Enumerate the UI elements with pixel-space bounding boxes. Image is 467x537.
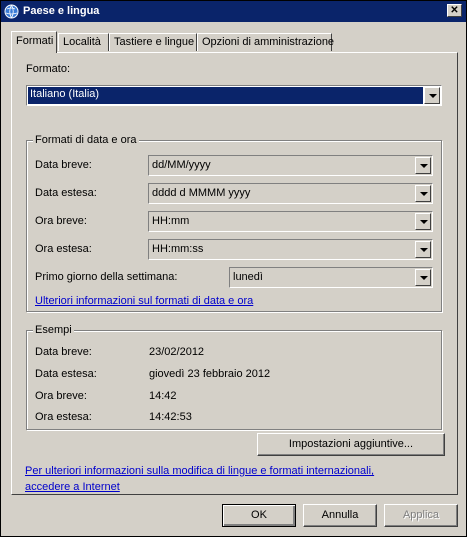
formati-panel: Formato: Italiano (Italia) Formati di da…: [11, 52, 458, 495]
cancel-button[interactable]: Annulla: [303, 504, 377, 527]
format-value: Italiano (Italia): [28, 87, 423, 104]
short-date-value: dd/MM/yyyy: [152, 159, 211, 171]
close-button[interactable]: ✕: [447, 4, 462, 17]
button-label: Impostazioni aggiuntive...: [288, 438, 414, 450]
tab-localita[interactable]: Località: [58, 33, 109, 51]
button-label: Applica: [402, 509, 440, 521]
long-time-value: HH:mm:ss: [152, 243, 204, 255]
short-time-select[interactable]: HH:mm: [148, 211, 433, 232]
example-label: Ora breve:: [35, 390, 87, 402]
button-label: Annulla: [321, 509, 359, 521]
chevron-down-icon[interactable]: [424, 87, 440, 104]
short-date-select[interactable]: dd/MM/yyyy: [148, 155, 433, 176]
first-day-value: lunedì: [233, 271, 263, 283]
long-date-value: dddd d MMMM yyyy: [152, 187, 251, 199]
short-date-label: Data breve:: [35, 159, 92, 171]
group-title: Formati di data e ora: [33, 134, 139, 146]
example-value: 23/02/2012: [149, 346, 205, 358]
date-time-formats-group: Formati di data e ora Data breve: dd/MM/…: [26, 134, 442, 312]
international-info-link-line2[interactable]: accedere a Internet: [25, 481, 120, 493]
title-bar: Paese e lingua ✕: [1, 1, 466, 22]
example-value: 14:42:53: [149, 411, 192, 423]
tab-label: Formati: [16, 35, 54, 47]
tab-formati[interactable]: Formati: [11, 31, 57, 53]
first-day-label: Primo giorno della settimana:: [35, 271, 178, 283]
ok-button[interactable]: OK: [222, 504, 296, 527]
short-time-value: HH:mm: [152, 215, 190, 227]
dialog-window: Paese e lingua ✕ Formati Località Tastie…: [0, 0, 467, 537]
group-title: Esempi: [33, 324, 74, 336]
additional-settings-button[interactable]: Impostazioni aggiuntive...: [257, 433, 445, 456]
window-title: Paese e lingua: [23, 5, 100, 17]
tab-opzioni-amministrazione[interactable]: Opzioni di amministrazione: [197, 33, 335, 51]
example-label: Data breve:: [35, 346, 92, 358]
long-date-label: Data estesa:: [35, 187, 97, 199]
example-value: giovedì 23 febbraio 2012: [149, 368, 271, 380]
chevron-down-icon[interactable]: [415, 269, 431, 286]
tab-label: Tastiere e lingue: [114, 36, 195, 48]
examples-group: Esempi Data breve: 23/02/2012 Data estes…: [26, 324, 442, 430]
first-day-select[interactable]: lunedì: [229, 267, 433, 288]
long-time-select[interactable]: HH:mm:ss: [148, 239, 433, 260]
chevron-down-icon[interactable]: [415, 241, 431, 258]
example-label: Data estesa:: [35, 368, 97, 380]
button-label: OK: [251, 509, 267, 521]
date-time-info-link[interactable]: Ulteriori informazioni sul formati di da…: [35, 295, 253, 307]
international-info-link-line1[interactable]: Per ulteriori informazioni sulla modific…: [25, 465, 374, 477]
chevron-down-icon[interactable]: [415, 157, 431, 174]
close-icon: ✕: [450, 5, 459, 16]
tab-label: Opzioni di amministrazione: [202, 36, 335, 48]
long-time-label: Ora estesa:: [35, 243, 92, 255]
chevron-down-icon[interactable]: [415, 185, 431, 202]
format-select[interactable]: Italiano (Italia): [26, 85, 442, 106]
example-label: Ora estesa:: [35, 411, 92, 423]
apply-button[interactable]: Applica: [384, 504, 458, 527]
format-label: Formato:: [26, 63, 71, 75]
example-value: 14:42: [149, 390, 177, 402]
tab-label: Località: [63, 36, 101, 48]
chevron-down-icon[interactable]: [415, 213, 431, 230]
long-date-select[interactable]: dddd d MMMM yyyy: [148, 183, 433, 204]
tab-tastiere-lingue[interactable]: Tastiere e lingue: [109, 33, 197, 51]
short-time-label: Ora breve:: [35, 215, 87, 227]
globe-icon: [4, 4, 19, 19]
